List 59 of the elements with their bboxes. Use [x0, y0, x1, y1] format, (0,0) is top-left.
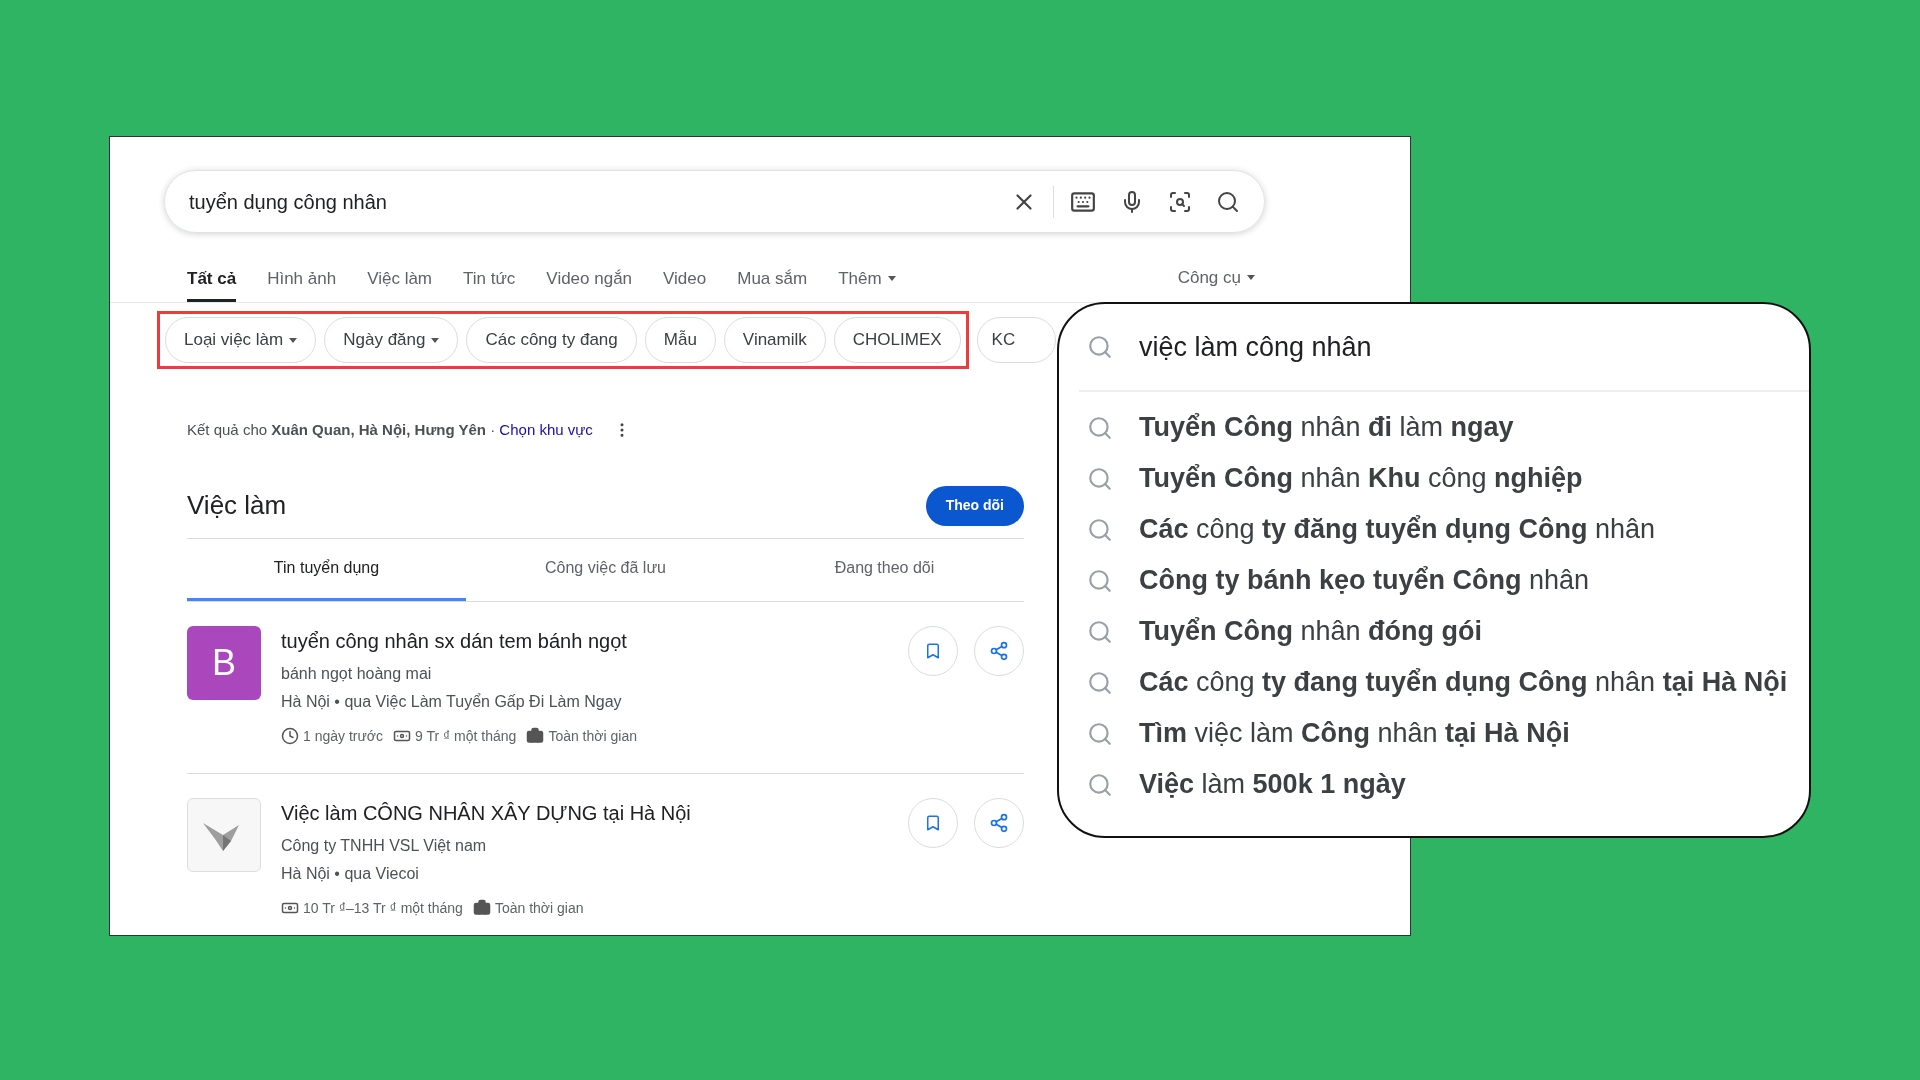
search-icon [1087, 414, 1113, 441]
suggestion-item[interactable]: Tuyển Công nhân Khu công nghiệp [1139, 458, 1583, 499]
bookmark-icon [924, 813, 942, 832]
search-tab[interactable]: Tất cả [187, 265, 237, 302]
search-tab[interactable]: Thêm [838, 265, 896, 302]
job-detail: 1 ngày trước [303, 726, 384, 746]
search-tab[interactable]: Hình ảnh [267, 265, 337, 302]
search-icon [1087, 334, 1113, 360]
job-detail: Toàn thời gian [494, 898, 584, 918]
search-tab[interactable]: Video [663, 265, 707, 302]
company-name: Công ty TNHH VSL Việt nam [281, 835, 488, 856]
search-icon [1087, 669, 1113, 696]
search-icon [1087, 618, 1113, 645]
search-tab[interactable]: Tin tức [463, 265, 516, 302]
jobs-tab[interactable]: Tin tuyển dụng [187, 538, 466, 601]
job-detail: 9 Tr ₫ một tháng [415, 726, 517, 746]
caret-icon [1247, 274, 1255, 280]
job-title[interactable]: Việc làm CÔNG NHÂN XÂY DỰNG tại Hà Nội [281, 797, 888, 828]
suggestion-item[interactable]: Các công ty đăng tuyển dụng Công nhân [1139, 509, 1656, 550]
suggestion-item[interactable]: Công ty bánh kẹo tuyển Công nhân [1139, 560, 1590, 601]
jobs-tab[interactable]: Công việc đã lưu [466, 538, 745, 601]
suggestion-item[interactable]: Các công ty đang tuyển dụng Công nhân tại Hà Nội [1139, 662, 1788, 703]
caret-icon [431, 337, 440, 343]
suggestion-item[interactable]: Tuyển Công nhân đóng gói [1139, 611, 1483, 652]
briefcase-icon [526, 727, 545, 745]
search-icon [1087, 516, 1113, 543]
share-icon [989, 640, 1009, 661]
section-title: Việc làm [187, 489, 287, 522]
share-icon [989, 812, 1009, 833]
job-title[interactable]: tuyển công nhân sx dán tem bánh ngọt [281, 625, 888, 656]
company-logo: B [187, 625, 261, 700]
search-icon [1087, 465, 1113, 492]
search-icon [1087, 720, 1113, 747]
bookmark-icon [924, 641, 942, 660]
company-name: bánh ngọt hoàng mai [281, 663, 433, 684]
jobs-tab[interactable]: Đang theo dõi [745, 538, 1024, 601]
briefcase-icon [472, 899, 491, 917]
choose-area-link[interactable]: Chọn khu vực [499, 421, 593, 438]
job-detail: Toàn thời gian [548, 726, 637, 746]
search-icon [1087, 567, 1113, 594]
search-tab[interactable]: Mua sắm [737, 265, 808, 302]
camera-search-icon[interactable] [1168, 189, 1192, 214]
location-text: Kết quả cho Xuân Quan, Hà Nội, Hưng Yên · Chọn khu vực [187, 420, 593, 440]
job-detail: 10 Tr ₫–13 Tr ₫ một tháng [303, 898, 463, 918]
caret-icon [289, 337, 298, 343]
search-tab[interactable]: Việc làm [367, 265, 433, 302]
suggestion-item[interactable]: Việc làm 500k 1 ngày [1139, 764, 1406, 805]
job-source: Hà Nội • qua Viecoi [281, 863, 420, 884]
follow-button[interactable]: Theo dõi [925, 485, 1024, 526]
search-query: tuyển dụng công nhân [189, 189, 388, 215]
job-source: Hà Nội • qua Việc Làm Tuyển Gấp Đi Làm Ngay [281, 691, 623, 712]
suggestion-item[interactable]: Tìm việc làm Công nhân tại Hà Nội [1139, 713, 1570, 754]
clock-icon [281, 727, 299, 745]
suggestion-item[interactable]: Tuyển Công nhân đi làm ngay [1139, 407, 1514, 448]
search-tab[interactable]: Video ngắn [546, 265, 633, 302]
search-icon[interactable] [1216, 189, 1240, 214]
search-icon [1087, 771, 1113, 798]
tools-button[interactable]: Công cụ [1177, 264, 1255, 302]
suggestion-query[interactable]: việc làm công nhân [1139, 326, 1372, 368]
